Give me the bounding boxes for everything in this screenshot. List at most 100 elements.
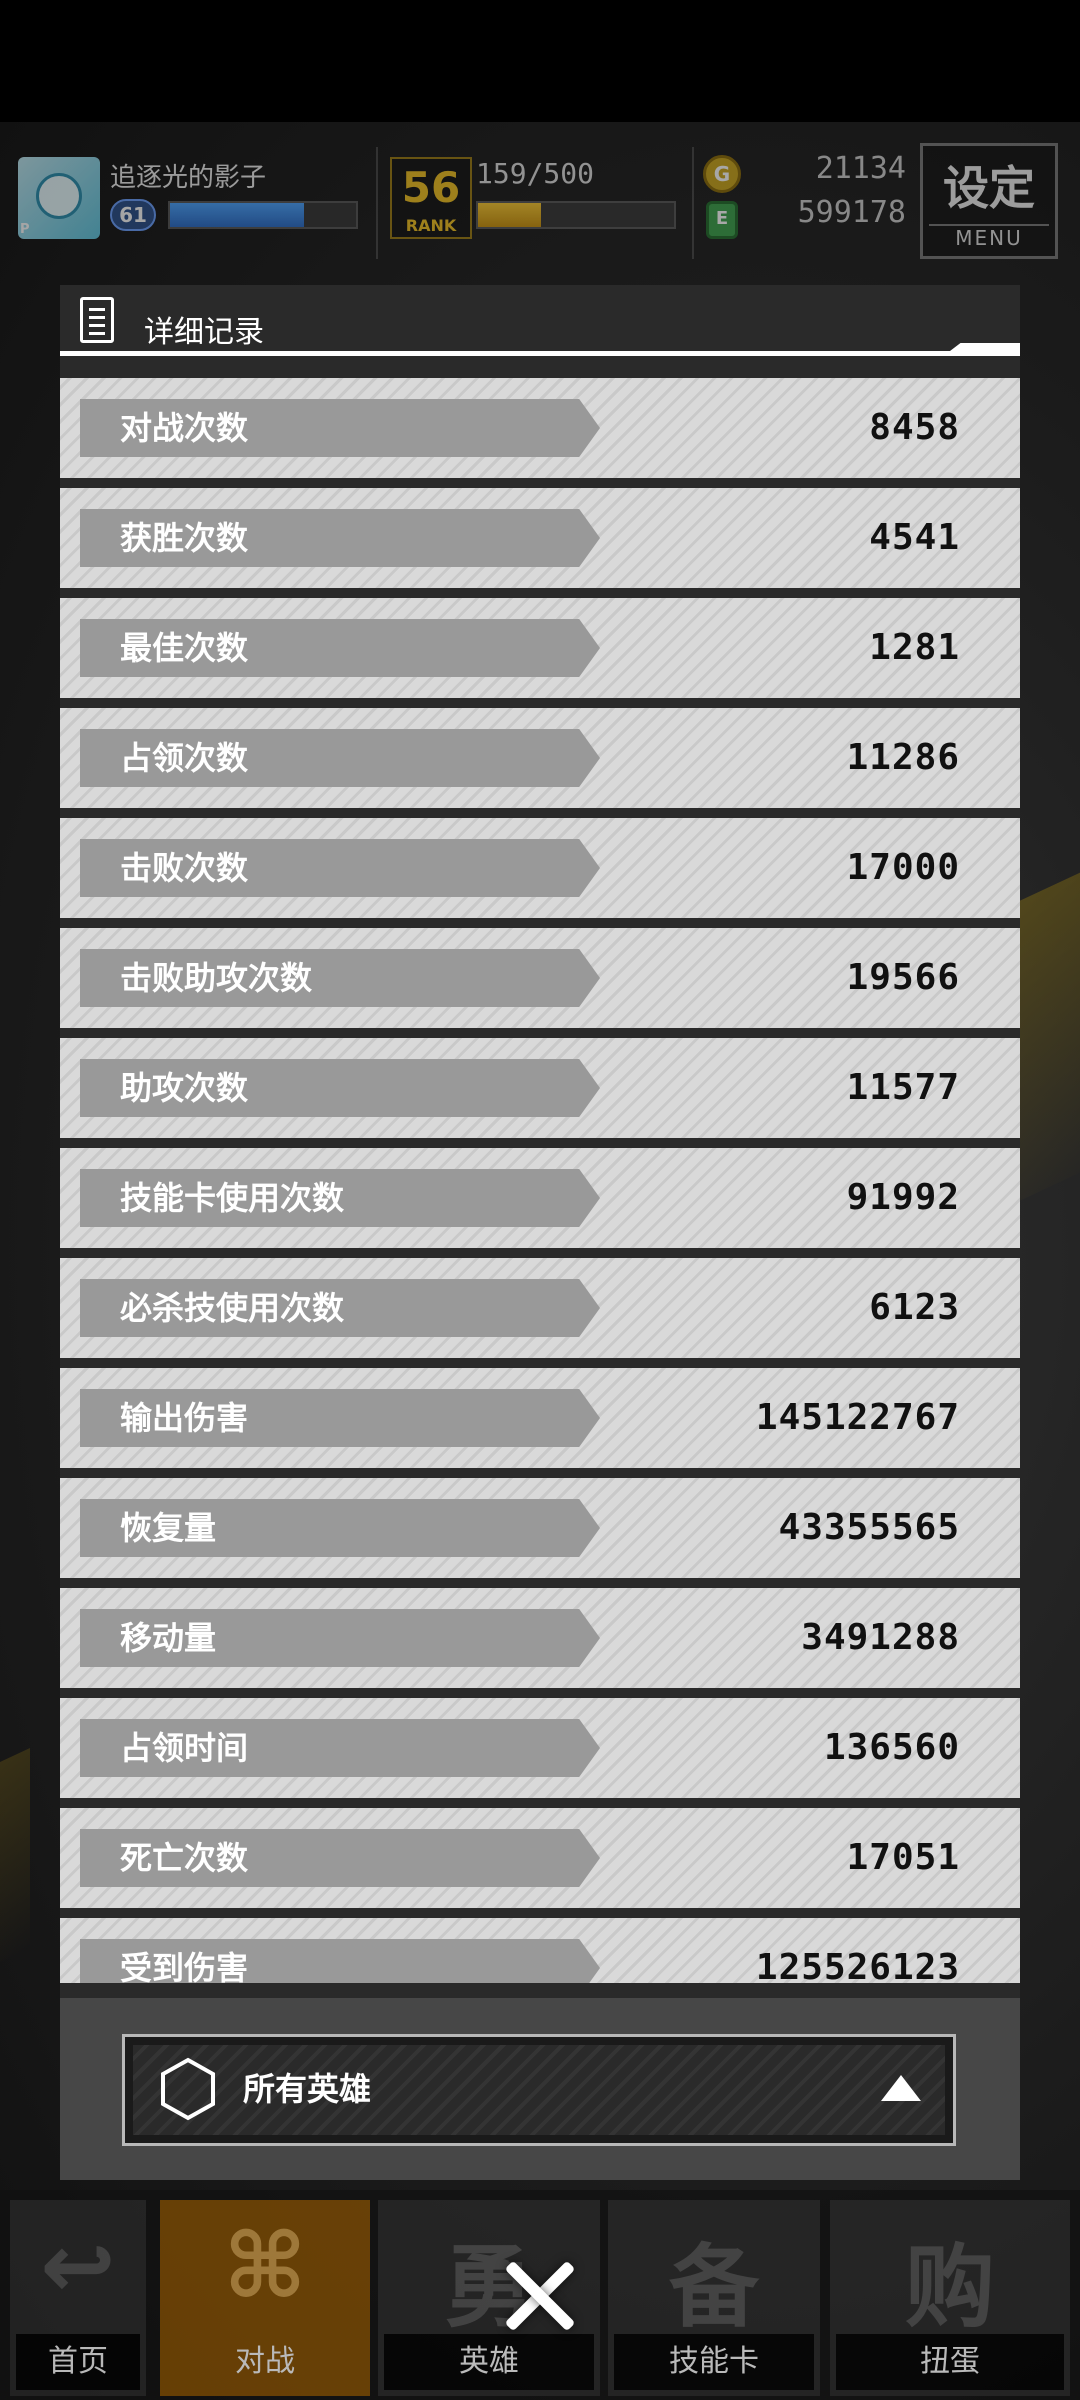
header-divider [692, 147, 694, 259]
stat-value: 1281 [869, 627, 960, 668]
close-icon[interactable] [500, 2256, 580, 2336]
nav-label: 技能卡 [614, 2334, 814, 2390]
panel-title-underline-tab [950, 343, 1020, 351]
stat-label-box: 击败次数 [80, 839, 600, 897]
menu-button[interactable]: 设定 MENU [920, 143, 1058, 259]
stat-row: 技能卡使用次数 91992 [60, 1148, 1020, 1248]
menu-button-label: 设定 [943, 161, 1035, 215]
stat-value: 125526123 [755, 1947, 960, 1983]
level-progress-fill [170, 203, 304, 227]
stat-label: 击败次数 [120, 849, 249, 887]
stat-label-box: 必杀技使用次数 [80, 1279, 600, 1337]
rank-label: RANK [405, 216, 457, 235]
stat-value: 4541 [869, 517, 960, 558]
stat-row: 击败次数 17000 [60, 818, 1020, 918]
nav-item-0[interactable]: ↩ 首页 [10, 2200, 146, 2396]
stat-value: 91992 [846, 1177, 960, 1218]
stat-value: 8458 [869, 407, 960, 448]
stat-label: 输出伤害 [120, 1399, 249, 1437]
stat-value: 17000 [846, 847, 960, 888]
username: 追逐光的影子 [110, 163, 267, 193]
stat-label: 对战次数 [120, 409, 249, 447]
nav-item-3[interactable]: 备技能卡 [608, 2200, 820, 2396]
rank-progress-fill [478, 203, 541, 227]
nav-icon: 备 [669, 2235, 759, 2340]
level-badge: 61 [110, 199, 156, 231]
stat-value: 136560 [823, 1727, 960, 1768]
stat-value: 11286 [846, 737, 960, 778]
detail-records-panel: 详细记录 对战次数 8458 获胜次数 4541 最佳次数 1281 占领次数 11286 击败… [60, 285, 1020, 2180]
background-glow [0, 1748, 30, 1976]
stat-row: 击败助攻次数 19566 [60, 928, 1020, 1028]
stat-value: 6123 [869, 1287, 960, 1328]
stat-row: 占领时间 136560 [60, 1698, 1020, 1798]
nav-label: 扭蛋 [836, 2334, 1064, 2390]
level-progress-bar [168, 201, 358, 229]
stat-label: 必杀技使用次数 [120, 1289, 345, 1327]
avatar-tag: P [20, 222, 30, 237]
nav-label: 首页 [16, 2334, 140, 2390]
nav-icon: ⌘ [223, 2214, 307, 2319]
coin-balance: 21134 [815, 151, 906, 186]
gem-icon: E [706, 201, 738, 239]
hero-filter-dropdown[interactable]: 所有英雄 [122, 2034, 956, 2146]
stat-label: 移动量 [120, 1619, 217, 1657]
nav-item-1[interactable]: ⌘ 对战 [160, 2200, 370, 2396]
stat-label: 恢复量 [120, 1509, 217, 1547]
hero-filter-inner: 所有英雄 [133, 2045, 945, 2135]
panel-title: 详细记录 [144, 315, 264, 350]
stat-value: 43355565 [778, 1507, 960, 1548]
stat-value: 19566 [846, 957, 960, 998]
status-bar [0, 0, 1080, 122]
rank-number: 56 [401, 163, 461, 212]
stat-label-box: 占领时间 [80, 1719, 600, 1777]
stat-label-box: 对战次数 [80, 399, 600, 457]
stat-label: 助攻次数 [120, 1069, 249, 1107]
stat-label-box: 助攻次数 [80, 1059, 600, 1117]
stat-label: 击败助攻次数 [120, 959, 313, 997]
stat-row: 占领次数 11286 [60, 708, 1020, 808]
nav-item-4[interactable]: 购扭蛋 [830, 2200, 1070, 2396]
stat-label-box: 击败助攻次数 [80, 949, 600, 1007]
document-icon [80, 297, 114, 343]
avatar-face [36, 173, 82, 219]
stat-row: 死亡次数 17051 [60, 1808, 1020, 1908]
stat-label-box: 受到伤害 [80, 1939, 600, 1983]
profile-header: P 追逐光的影子 61 56 RANK 159/500 G 21134 E 59… [0, 135, 1080, 275]
gem-balance: 599178 [797, 195, 906, 230]
rank-progress-bar [476, 201, 676, 229]
coin-icon: G [703, 155, 741, 193]
stat-value: 145122767 [755, 1397, 960, 1438]
stat-row: 移动量 3491288 [60, 1588, 1020, 1688]
stat-row: 恢复量 43355565 [60, 1478, 1020, 1578]
stat-label-box: 输出伤害 [80, 1389, 600, 1447]
stat-label: 占领次数 [120, 739, 249, 777]
stat-row: 受到伤害 125526123 [60, 1918, 1020, 1983]
avatar[interactable]: P [18, 157, 100, 239]
stat-row: 最佳次数 1281 [60, 598, 1020, 698]
nav-label: 对战 [235, 2344, 295, 2379]
rank-progress-text: 159/500 [476, 157, 595, 190]
filter-area: 所有英雄 [60, 1998, 1020, 2180]
stat-label-box: 获胜次数 [80, 509, 600, 567]
stat-row: 必杀技使用次数 6123 [60, 1258, 1020, 1358]
stat-label: 占领时间 [120, 1729, 249, 1767]
nav-icon: ↩ [40, 2214, 116, 2319]
stat-value: 3491288 [801, 1617, 960, 1658]
stat-row: 对战次数 8458 [60, 378, 1020, 478]
stat-label-box: 最佳次数 [80, 619, 600, 677]
stat-label: 技能卡使用次数 [120, 1179, 345, 1217]
stat-label-box: 恢复量 [80, 1499, 600, 1557]
stat-value: 11577 [846, 1067, 960, 1108]
stat-row: 获胜次数 4541 [60, 488, 1020, 588]
stat-label-box: 死亡次数 [80, 1829, 600, 1887]
rank-badge: 56 RANK [390, 157, 472, 239]
stat-label: 最佳次数 [120, 629, 249, 667]
nav-label: 英雄 [384, 2334, 594, 2390]
stat-label: 受到伤害 [120, 1949, 249, 1983]
panel-title-underline [60, 351, 1020, 356]
stat-list[interactable]: 对战次数 8458 获胜次数 4541 最佳次数 1281 占领次数 11286 击败次数 170… [60, 378, 1020, 1983]
stat-row: 助攻次数 11577 [60, 1038, 1020, 1138]
stat-label-box: 占领次数 [80, 729, 600, 787]
stat-row: 输出伤害 145122767 [60, 1368, 1020, 1468]
